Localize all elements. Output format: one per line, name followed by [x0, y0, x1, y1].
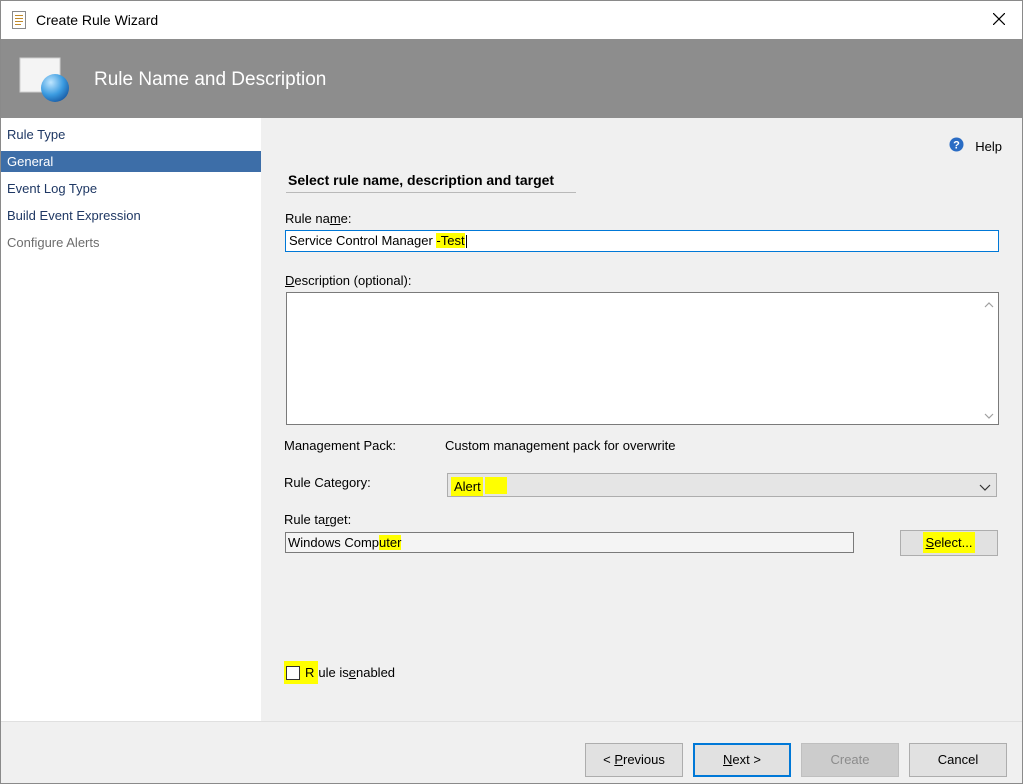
rule-name-label: Rule name:	[285, 211, 352, 226]
create-button: Create	[801, 743, 899, 777]
rule-category-label: Rule Category:	[284, 475, 371, 490]
rule-target-label: Rule target:	[284, 512, 352, 527]
management-pack-label: Management Pack:	[284, 438, 397, 453]
cancel-button[interactable]: Cancel	[909, 743, 1007, 777]
scroll-up-icon[interactable]	[984, 298, 994, 308]
wizard-header-banner: Rule Name and Description	[1, 39, 1022, 118]
highlight-mark	[485, 477, 508, 494]
next-button[interactable]: Next >	[693, 743, 791, 777]
chevron-down-icon	[979, 480, 991, 491]
section-divider	[286, 192, 576, 193]
close-button[interactable]	[976, 1, 1022, 39]
select-target-button[interactable]: Select...	[900, 530, 998, 556]
checkbox-highlight: R	[284, 661, 319, 684]
text-cursor	[465, 235, 467, 249]
help-label: Help	[975, 138, 1002, 154]
nav-item-event-log-type[interactable]: Event Log Type	[1, 178, 261, 199]
wizard-steps-nav: Rule Type General Event Log Type Build E…	[1, 118, 261, 721]
rule-target-field: Windows Computer	[285, 532, 854, 553]
description-scrollbar[interactable]	[980, 293, 998, 424]
rule-wizard-icon	[18, 56, 72, 104]
nav-item-build-event-expression[interactable]: Build Event Expression	[1, 205, 261, 226]
rule-category-value: Alert	[451, 477, 483, 496]
rule-name-input[interactable]: Service Control Manager -Test	[285, 230, 999, 252]
create-rule-wizard-window: Create Rule Wizard Rule Name and Descrip…	[0, 0, 1023, 784]
description-textarea[interactable]	[286, 292, 999, 425]
rule-enabled-checkbox[interactable]: R ule is e nabled	[284, 661, 395, 684]
close-icon	[992, 12, 1006, 28]
help-link[interactable]: ? Help	[949, 137, 1002, 155]
window-title: Create Rule Wizard	[36, 12, 159, 28]
scroll-down-icon[interactable]	[984, 409, 994, 419]
nav-item-configure-alerts: Configure Alerts	[7, 235, 100, 250]
rule-category-dropdown[interactable]: Alert	[447, 473, 997, 497]
nav-item-general[interactable]: General	[1, 151, 261, 172]
svg-text:?: ?	[953, 140, 960, 152]
previous-button[interactable]: < Previous	[585, 743, 683, 777]
wizard-footer: < Previous Next > Create Cancel	[1, 721, 1022, 783]
rule-enabled-checkbox-box[interactable]	[286, 665, 300, 680]
page-title: Rule Name and Description	[94, 69, 327, 90]
help-icon: ?	[949, 137, 964, 155]
nav-item-rule-type[interactable]: Rule Type	[1, 124, 261, 145]
section-title: Select rule name, description and target	[288, 172, 555, 188]
management-pack-value: Custom management pack for overwrite	[445, 438, 676, 453]
wizard-content: ? Help Select rule name, description and…	[261, 118, 1022, 721]
title-bar: Create Rule Wizard	[1, 1, 1022, 39]
description-label: Description (optional):	[285, 273, 412, 288]
wizard-document-icon	[12, 11, 26, 29]
